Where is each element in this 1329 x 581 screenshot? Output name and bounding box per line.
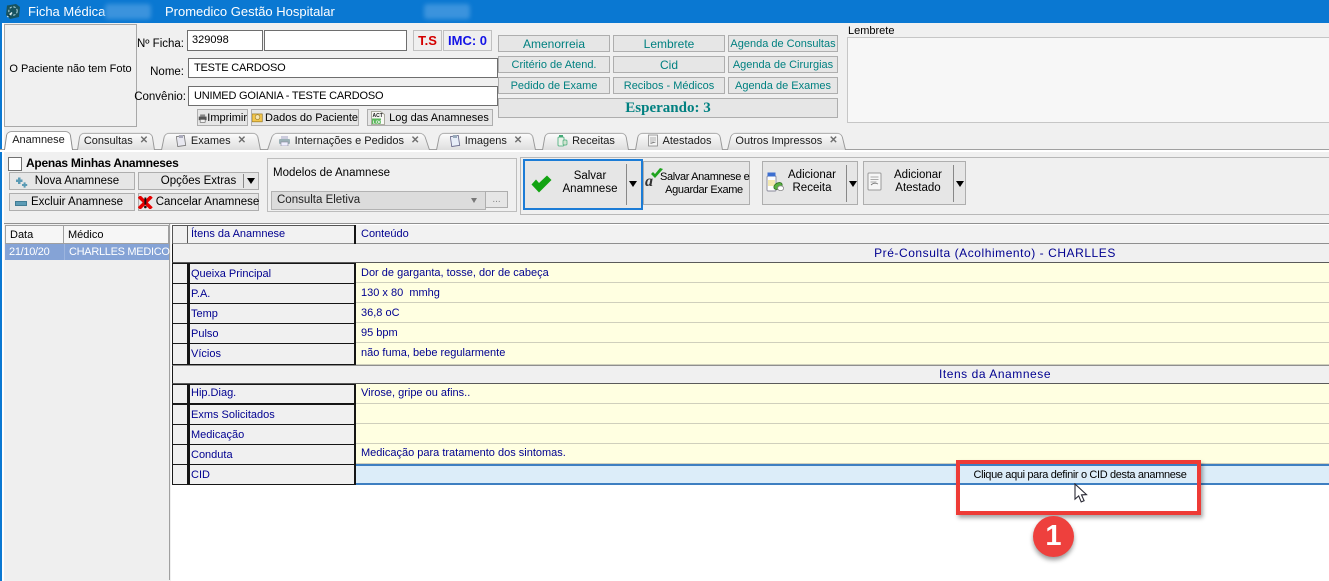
svg-text:ACT: ACT bbox=[373, 113, 383, 119]
svg-text:LOG: LOG bbox=[373, 119, 383, 124]
